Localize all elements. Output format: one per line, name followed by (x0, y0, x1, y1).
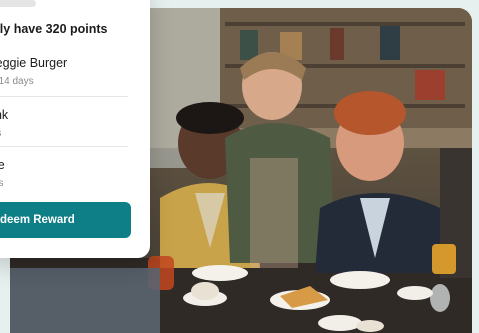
card-handle (0, 0, 36, 7)
reward-name: ide (0, 158, 5, 172)
reward-item-drink[interactable]: rink nts (0, 108, 128, 139)
reward-name: Veggie Burger (0, 56, 68, 70)
reward-item-veggie-burger[interactable]: Veggie Burger in 14 days (0, 56, 128, 87)
reward-item-side[interactable]: ide ints (0, 158, 128, 189)
rewards-card: ntly have 320 points Veggie Burger in 14… (0, 0, 150, 258)
points-balance: ntly have 320 points (0, 22, 108, 36)
reward-subtitle: in 14 days (0, 76, 34, 87)
redeem-reward-button[interactable]: deem Reward (0, 202, 131, 238)
reward-name: rink (0, 108, 9, 122)
divider (0, 146, 128, 147)
reward-subtitle: ints (0, 178, 4, 189)
divider (0, 96, 128, 97)
reward-subtitle: nts (0, 128, 128, 139)
